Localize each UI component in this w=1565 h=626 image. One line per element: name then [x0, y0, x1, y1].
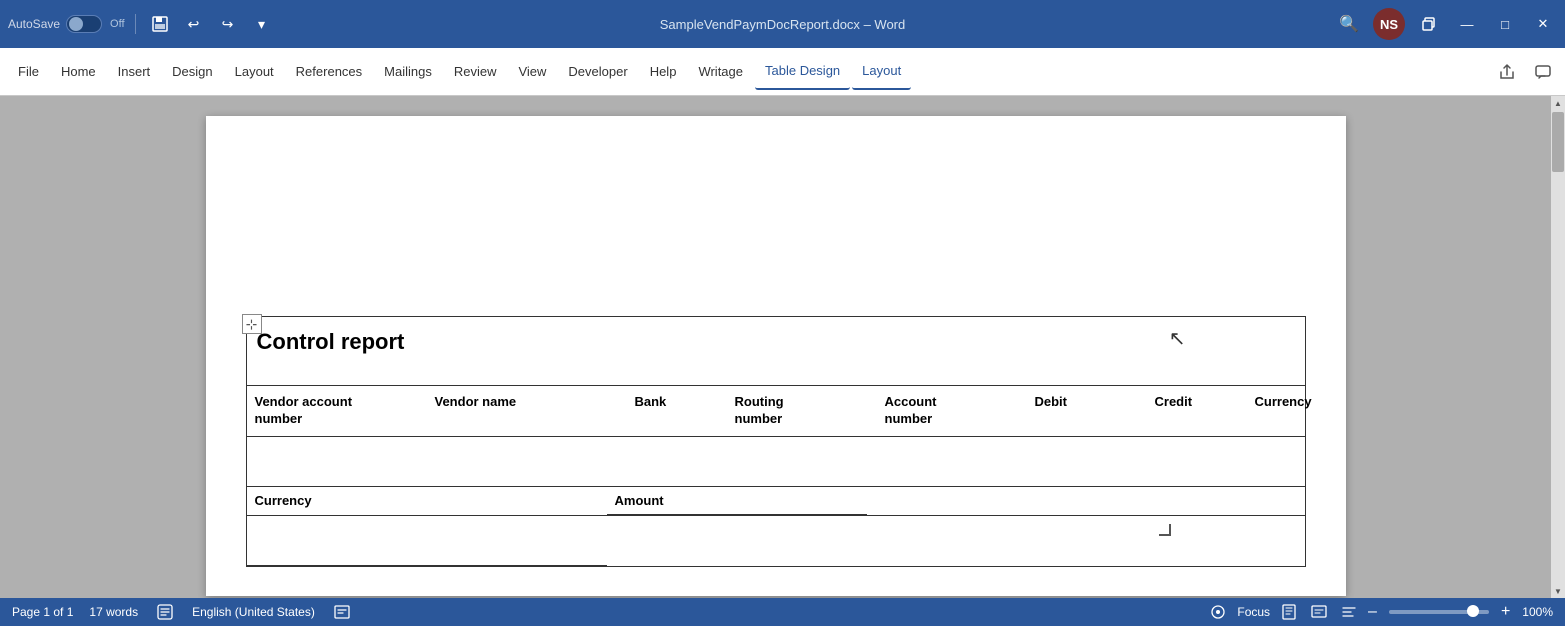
- header-routing-number: Routingnumber: [727, 390, 877, 432]
- focus-icon[interactable]: [1207, 601, 1229, 623]
- toggle-knob: [69, 17, 83, 31]
- toolbar-divider: [135, 14, 136, 34]
- summary-amount-value: [607, 516, 867, 566]
- restore-down-button[interactable]: [1415, 10, 1443, 38]
- vertical-scrollbar[interactable]: ▲ ▼: [1551, 96, 1565, 598]
- comment-button[interactable]: [1529, 58, 1557, 86]
- document-page: ⊹ Control report Vendor accountnumber Ve…: [206, 116, 1346, 596]
- tab-layout-active[interactable]: Layout: [852, 54, 911, 90]
- summary-header-row: Currency Amount: [247, 487, 1305, 516]
- document-scroll[interactable]: ⊹ Control report Vendor accountnumber Ve…: [0, 96, 1551, 598]
- status-bar-right: Focus – + 100%: [1207, 601, 1553, 623]
- zoom-thumb[interactable]: [1467, 605, 1479, 617]
- zoom-slider[interactable]: [1389, 610, 1489, 614]
- close-button[interactable]: ✕: [1529, 10, 1557, 38]
- scroll-up-button[interactable]: ▲: [1551, 96, 1565, 110]
- document-area: ⊹ Control report Vendor accountnumber Ve…: [0, 96, 1565, 598]
- tab-help[interactable]: Help: [640, 54, 687, 90]
- header-debit: Debit: [1027, 390, 1147, 432]
- table-data-row-1: [247, 437, 1305, 487]
- summary-section: Currency Amount: [247, 487, 1305, 566]
- proofing-icon[interactable]: [154, 601, 176, 623]
- tab-review[interactable]: Review: [444, 54, 507, 90]
- tab-insert[interactable]: Insert: [108, 54, 161, 90]
- data-cell: [1027, 437, 1147, 486]
- toggle-off-label: Off: [110, 18, 124, 30]
- tab-writage[interactable]: Writage: [688, 54, 753, 90]
- ribbon: File Home Insert Design Layout Reference…: [0, 48, 1565, 96]
- summary-data-row: [247, 516, 1305, 566]
- tab-table-design[interactable]: Table Design: [755, 54, 850, 90]
- zoom-plus-button[interactable]: +: [1501, 603, 1510, 621]
- data-cell: [627, 437, 727, 486]
- document-table: Control report Vendor accountnumber Vend…: [246, 316, 1306, 567]
- user-avatar[interactable]: NS: [1373, 8, 1405, 40]
- zoom-minus-button[interactable]: –: [1368, 603, 1377, 621]
- summary-data-spacer: [867, 516, 1305, 566]
- ribbon-right-icons: [1493, 58, 1557, 86]
- summary-amount-label: Amount: [607, 487, 867, 515]
- data-cell: [1147, 437, 1247, 486]
- title-bar: AutoSave Off ↩ ↪ ▾ SampleVendPaymDocRepo…: [0, 0, 1565, 48]
- track-changes-icon[interactable]: [331, 601, 353, 623]
- zoom-level[interactable]: 100%: [1522, 605, 1553, 619]
- summary-spacer: [867, 487, 1305, 515]
- filename: SampleVendPaymDocReport.docx: [660, 17, 860, 32]
- web-layout-icon[interactable]: [1308, 601, 1330, 623]
- scrollbar-track[interactable]: [1551, 110, 1565, 584]
- summary-currency-label: Currency: [247, 487, 607, 515]
- focus-label[interactable]: Focus: [1237, 605, 1270, 619]
- share-button[interactable]: [1493, 58, 1521, 86]
- header-credit: Credit: [1147, 390, 1247, 432]
- tab-file[interactable]: File: [8, 54, 49, 90]
- header-vendor-name: Vendor name: [427, 390, 627, 432]
- table-header-row: Vendor accountnumber Vendor name Bank Ro…: [247, 386, 1305, 437]
- data-cell: [247, 437, 427, 486]
- minimize-button[interactable]: —: [1453, 10, 1481, 38]
- tab-view[interactable]: View: [508, 54, 556, 90]
- outline-view-icon[interactable]: [1338, 601, 1360, 623]
- tab-home[interactable]: Home: [51, 54, 106, 90]
- header-vendor-account: Vendor accountnumber: [247, 390, 427, 432]
- header-account-number: Accountnumber: [877, 390, 1027, 432]
- title-bar-right: 🔍 NS — □ ✕: [1174, 8, 1557, 40]
- tab-layout[interactable]: Layout: [225, 54, 284, 90]
- tab-references[interactable]: References: [286, 54, 372, 90]
- scroll-down-button[interactable]: ▼: [1551, 584, 1565, 598]
- tab-developer[interactable]: Developer: [558, 54, 637, 90]
- page-info: Page 1 of 1: [12, 605, 73, 619]
- report-title: Control report: [247, 317, 1305, 386]
- title-bar-left: AutoSave Off ↩ ↪ ▾: [8, 10, 391, 38]
- data-cell: [427, 437, 627, 486]
- save-button[interactable]: [146, 10, 174, 38]
- autosave-label: AutoSave: [8, 17, 60, 31]
- customize-quick-access-button[interactable]: ▾: [248, 10, 276, 38]
- redo-button[interactable]: ↪: [214, 10, 242, 38]
- scrollbar-thumb[interactable]: [1552, 112, 1564, 172]
- header-currency: Currency: [1247, 390, 1347, 432]
- tab-design[interactable]: Design: [162, 54, 222, 90]
- undo-button[interactable]: ↩: [180, 10, 208, 38]
- summary-currency-value: [247, 516, 607, 566]
- autosave-toggle[interactable]: [66, 15, 102, 33]
- word-count: 17 words: [89, 605, 138, 619]
- status-bar-left: Page 1 of 1 17 words English (United Sta…: [12, 601, 1191, 623]
- data-cell: [727, 437, 877, 486]
- print-layout-icon[interactable]: [1278, 601, 1300, 623]
- table-move-handle[interactable]: ⊹: [242, 314, 262, 334]
- tab-mailings[interactable]: Mailings: [374, 54, 442, 90]
- data-cell: [877, 437, 1027, 486]
- data-cell: [1247, 437, 1347, 486]
- language[interactable]: English (United States): [192, 605, 315, 619]
- app-name: Word: [874, 17, 905, 32]
- status-bar: Page 1 of 1 17 words English (United Sta…: [0, 598, 1565, 626]
- resize-handle[interactable]: [1159, 524, 1171, 536]
- search-button[interactable]: 🔍: [1335, 10, 1363, 38]
- maximize-button[interactable]: □: [1491, 10, 1519, 38]
- document-title-display: SampleVendPaymDocReport.docx – Word: [399, 17, 1166, 32]
- header-bank: Bank: [627, 390, 727, 432]
